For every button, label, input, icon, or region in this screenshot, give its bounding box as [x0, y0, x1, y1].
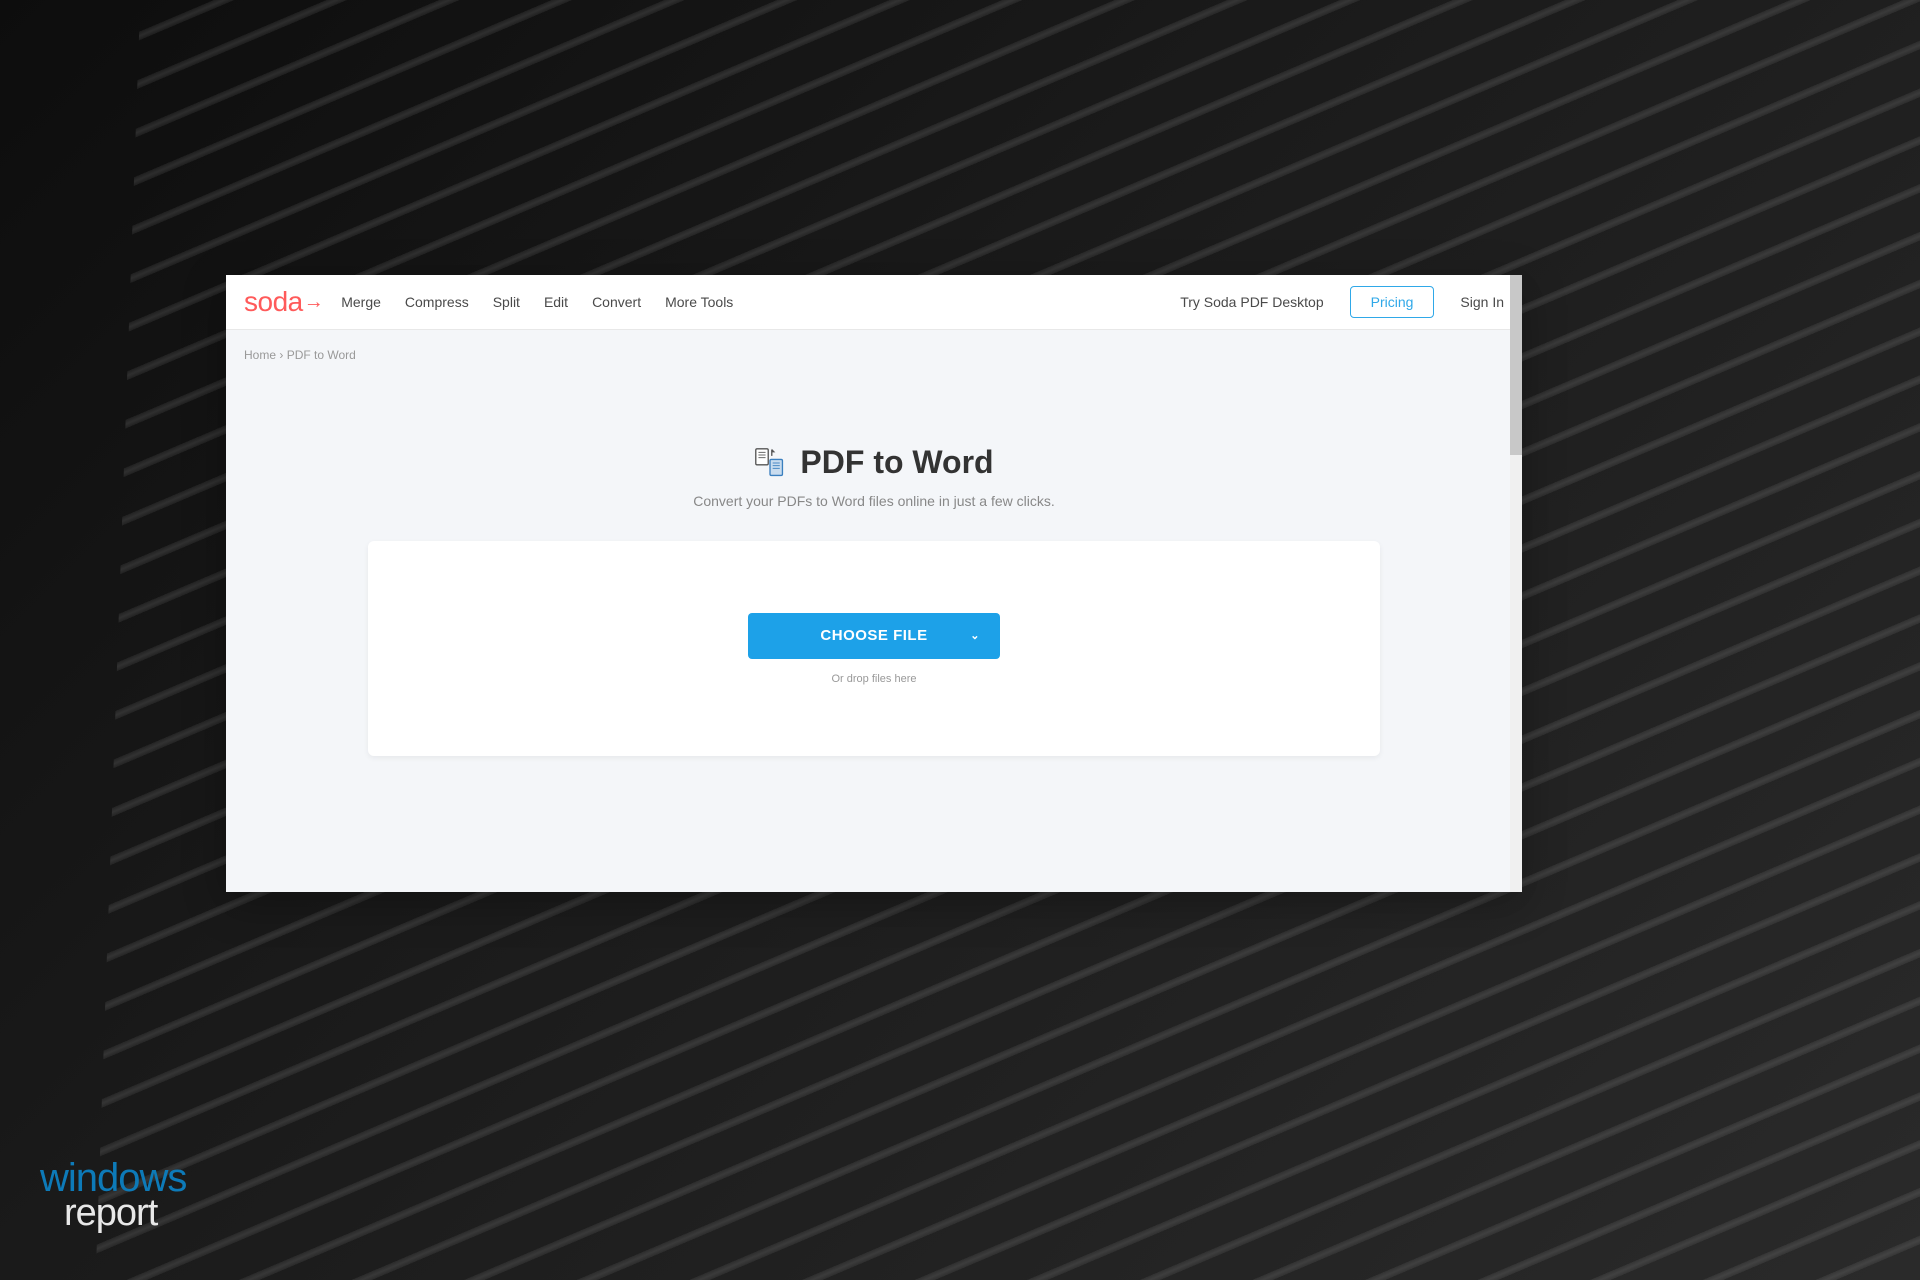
page-title-row: PDF to Word	[754, 444, 993, 481]
browser-window: soda→ Merge Compress Split Edit Convert …	[226, 275, 1522, 892]
header: soda→ Merge Compress Split Edit Convert …	[226, 275, 1522, 330]
logo-text: soda	[244, 286, 303, 318]
pricing-button[interactable]: Pricing	[1350, 286, 1435, 318]
logo-arrow-icon: →	[304, 291, 324, 314]
try-desktop-link[interactable]: Try Soda PDF Desktop	[1180, 294, 1323, 310]
document-convert-icon	[754, 447, 786, 479]
main-nav: Merge Compress Split Edit Convert More T…	[341, 294, 1180, 310]
breadcrumb-home[interactable]: Home	[244, 348, 276, 362]
nav-item-split[interactable]: Split	[493, 294, 520, 310]
header-right: Try Soda PDF Desktop Pricing Sign In	[1180, 286, 1504, 318]
nav-item-compress[interactable]: Compress	[405, 294, 469, 310]
scrollbar-thumb[interactable]	[1510, 275, 1522, 455]
upload-card[interactable]: CHOOSE FILE ⌄ Or drop files here	[368, 541, 1380, 756]
page-title: PDF to Word	[800, 444, 993, 481]
breadcrumb-separator: ›	[279, 348, 283, 362]
choose-file-button[interactable]: CHOOSE FILE ⌄	[748, 613, 1000, 659]
watermark-top: windows	[40, 1160, 186, 1196]
chevron-down-icon: ⌄	[970, 629, 980, 642]
scrollbar-track[interactable]	[1510, 275, 1522, 892]
watermark-logo: windows report	[40, 1160, 186, 1230]
breadcrumb-current[interactable]: PDF to Word	[287, 348, 356, 362]
nav-item-convert[interactable]: Convert	[592, 294, 641, 310]
sign-in-link[interactable]: Sign In	[1460, 294, 1504, 310]
main-content: PDF to Word Convert your PDFs to Word fi…	[226, 374, 1522, 892]
nav-item-edit[interactable]: Edit	[544, 294, 568, 310]
page-subtitle: Convert your PDFs to Word files online i…	[693, 493, 1055, 509]
breadcrumb: Home › PDF to Word	[226, 330, 1522, 374]
nav-item-more-tools[interactable]: More Tools	[665, 294, 733, 310]
nav-item-merge[interactable]: Merge	[341, 294, 381, 310]
page-content: soda→ Merge Compress Split Edit Convert …	[226, 275, 1522, 892]
drop-files-text: Or drop files here	[832, 673, 917, 685]
choose-file-label: CHOOSE FILE	[820, 627, 927, 644]
logo[interactable]: soda→	[244, 286, 323, 318]
watermark-bottom: report	[64, 1196, 186, 1230]
